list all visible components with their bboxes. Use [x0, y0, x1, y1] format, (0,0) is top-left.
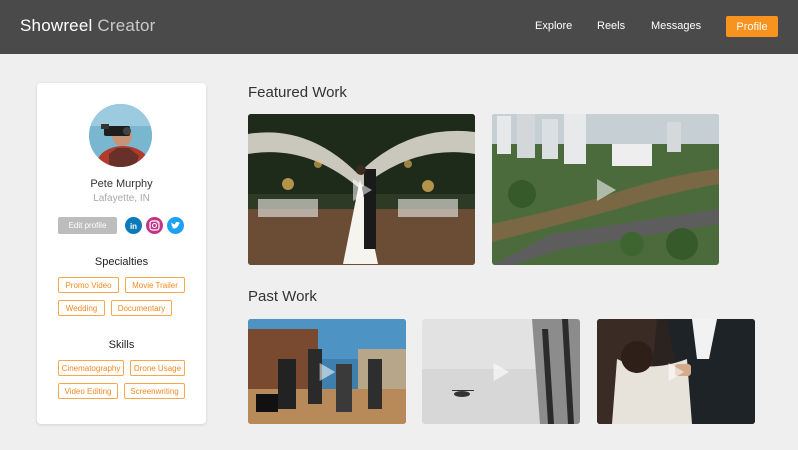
- profile-name: Pete Murphy: [90, 178, 153, 190]
- play-icon: [493, 362, 510, 381]
- play-icon: [319, 362, 336, 381]
- nav-messages[interactable]: Messages: [651, 20, 701, 32]
- skill-tag[interactable]: Video Editing: [58, 383, 118, 399]
- couple-dance-thumbnail[interactable]: [597, 319, 755, 424]
- twitter-icon[interactable]: [167, 217, 184, 234]
- specialty-tag[interactable]: Movie Trailer: [125, 277, 185, 293]
- nav-explore[interactable]: Explore: [535, 20, 572, 32]
- edit-profile-button[interactable]: Edit profile: [58, 217, 117, 234]
- skill-tag[interactable]: Cinematography: [58, 360, 124, 376]
- wedding-arch-thumbnail[interactable]: [248, 114, 475, 265]
- skill-tag[interactable]: Drone Usage: [130, 360, 185, 376]
- specialty-tag[interactable]: Wedding: [58, 300, 105, 316]
- nav-reels[interactable]: Reels: [597, 20, 625, 32]
- play-icon: [668, 362, 685, 381]
- brand-sub: Creator: [97, 16, 156, 35]
- brand-main: Showreel: [20, 16, 93, 35]
- play-icon: [596, 178, 616, 201]
- past-work-heading: Past Work: [248, 288, 317, 305]
- specialty-tag[interactable]: Documentary: [111, 300, 172, 316]
- skills-title: Skills: [108, 339, 135, 351]
- avatar: [89, 104, 152, 167]
- film-set-thumbnail[interactable]: [248, 319, 406, 424]
- top-nav-bar: Showreel Creator Explore Reels Messages …: [0, 0, 798, 54]
- specialty-tag[interactable]: Promo Video: [58, 277, 119, 293]
- helicopter-building-thumbnail[interactable]: [422, 319, 580, 424]
- instagram-icon[interactable]: [146, 217, 163, 234]
- svg-text:in: in: [130, 222, 137, 231]
- featured-work-heading: Featured Work: [248, 84, 347, 101]
- specialties-title: Specialties: [94, 256, 149, 268]
- profile-card: Pete Murphy Lafayette, IN Edit profile i…: [37, 83, 206, 424]
- linkedin-icon[interactable]: in: [125, 217, 142, 234]
- app-logo[interactable]: Showreel Creator: [20, 16, 156, 36]
- play-icon: [352, 178, 372, 201]
- profile-button[interactable]: Profile: [726, 16, 778, 37]
- profile-location: Lafayette, IN: [93, 193, 150, 204]
- skill-tag[interactable]: Screenwriting: [124, 383, 185, 399]
- city-aerial-thumbnail[interactable]: [492, 114, 719, 265]
